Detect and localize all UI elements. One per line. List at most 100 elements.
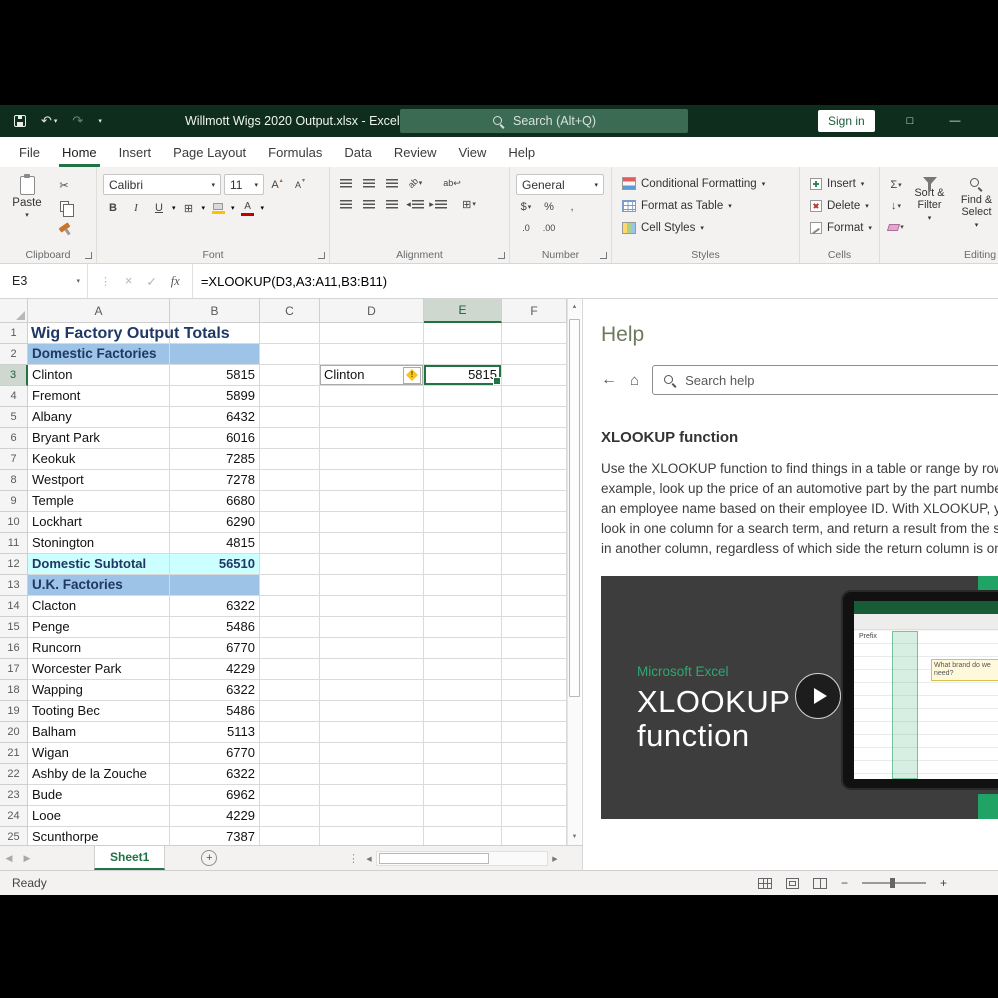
cell-B22[interactable]: 6322 [170, 764, 260, 785]
cell-B16[interactable]: 6770 [170, 638, 260, 659]
cell-E17[interactable] [424, 659, 502, 680]
cell-B13[interactable] [170, 575, 260, 596]
cell-A4[interactable]: Fremont [28, 386, 170, 407]
scroll-right-button[interactable]: ▶ [548, 855, 562, 863]
cell-C8[interactable] [260, 470, 320, 491]
cell-E2[interactable] [424, 344, 502, 365]
cell-E21[interactable] [424, 743, 502, 764]
cell-C14[interactable] [260, 596, 320, 617]
cell-D19[interactable] [320, 701, 424, 722]
cell-D9[interactable] [320, 491, 424, 512]
redo-button[interactable]: ↷ [72, 113, 83, 129]
font-name-combo[interactable]: Calibri ▾ [103, 174, 221, 195]
cell-B10[interactable]: 6290 [170, 512, 260, 533]
back-icon[interactable]: ← [601, 371, 617, 389]
merge-center-button[interactable]: ⊞▾ [459, 195, 479, 213]
cell-A23[interactable]: Bude [28, 785, 170, 806]
cell-B3[interactable]: 5815 [170, 365, 260, 386]
column-header-B[interactable]: B [170, 299, 260, 323]
page-break-view-button[interactable] [813, 878, 827, 889]
cell-A15[interactable]: Penge [28, 617, 170, 638]
ribbon-tab-view[interactable]: View [447, 137, 497, 167]
cell-F21[interactable] [502, 743, 567, 764]
cell-D2[interactable] [320, 344, 424, 365]
cell-E7[interactable] [424, 449, 502, 470]
cell-F9[interactable] [502, 491, 567, 512]
increase-decimal-button[interactable]: .0 [516, 219, 536, 237]
increase-font-size-button[interactable]: A▴ [267, 176, 287, 194]
cell-A16[interactable]: Runcorn [28, 638, 170, 659]
cell-C1[interactable] [260, 323, 320, 344]
cell-B6[interactable]: 6016 [170, 428, 260, 449]
cell-A19[interactable]: Tooting Bec [28, 701, 170, 722]
cell-D5[interactable] [320, 407, 424, 428]
sign-in-button[interactable]: Sign in [818, 110, 875, 132]
row-header-4[interactable]: 4 [0, 386, 28, 407]
fill-color-menu-icon[interactable]: ▾ [231, 204, 235, 212]
cell-C2[interactable] [260, 344, 320, 365]
format-painter-button[interactable] [54, 218, 74, 236]
cell-C9[interactable] [260, 491, 320, 512]
row-header-19[interactable]: 19 [0, 701, 28, 722]
dialog-launcher-icon[interactable] [85, 252, 92, 259]
cell-F6[interactable] [502, 428, 567, 449]
cell-F1[interactable] [502, 323, 567, 344]
cell-A2[interactable]: Domestic Factories [28, 344, 170, 365]
cell-F18[interactable] [502, 680, 567, 701]
cell-F10[interactable] [502, 512, 567, 533]
cell-F16[interactable] [502, 638, 567, 659]
select-all-button[interactable] [0, 299, 28, 323]
align-middle-button[interactable] [359, 174, 379, 192]
align-center-button[interactable] [359, 195, 379, 213]
cell-C6[interactable] [260, 428, 320, 449]
cell-F24[interactable] [502, 806, 567, 827]
cell-D8[interactable] [320, 470, 424, 491]
ribbon-tab-help[interactable]: Help [497, 137, 546, 167]
cell-E5[interactable] [424, 407, 502, 428]
insert-cells-button[interactable]: Insert ▾ [806, 174, 875, 193]
cell-F22[interactable] [502, 764, 567, 785]
cell-C16[interactable] [260, 638, 320, 659]
cell-B20[interactable]: 5113 [170, 722, 260, 743]
cell-A18[interactable]: Wapping [28, 680, 170, 701]
previous-sheet-button[interactable]: ◀ [0, 853, 18, 864]
cell-F2[interactable] [502, 344, 567, 365]
cell-C18[interactable] [260, 680, 320, 701]
clear-button[interactable]: ▾ [886, 218, 906, 236]
cell-B2[interactable] [170, 344, 260, 365]
row-header-7[interactable]: 7 [0, 449, 28, 470]
cell-F19[interactable] [502, 701, 567, 722]
cell-C22[interactable] [260, 764, 320, 785]
formula-input[interactable]: =XLOOKUP(D3,A3:A11,B3:B11) [193, 264, 998, 298]
decrease-indent-button[interactable]: ◂ [405, 195, 425, 213]
borders-button[interactable]: ⊞ [179, 199, 199, 217]
wrap-text-button[interactable]: ab↩ [442, 174, 462, 192]
cell-E1[interactable] [424, 323, 502, 344]
ribbon-tab-review[interactable]: Review [383, 137, 448, 167]
cell-D6[interactable] [320, 428, 424, 449]
cell-C15[interactable] [260, 617, 320, 638]
cell-E13[interactable] [424, 575, 502, 596]
cell-C7[interactable] [260, 449, 320, 470]
cell-E6[interactable] [424, 428, 502, 449]
cell-F17[interactable] [502, 659, 567, 680]
increase-indent-button[interactable]: ▸ [428, 195, 448, 213]
cell-E18[interactable] [424, 680, 502, 701]
cell-C3[interactable] [260, 365, 320, 386]
cell-D1[interactable] [320, 323, 424, 344]
ribbon-tab-home[interactable]: Home [51, 137, 108, 167]
cell-B11[interactable]: 4815 [170, 533, 260, 554]
cell-E14[interactable] [424, 596, 502, 617]
cell-E10[interactable] [424, 512, 502, 533]
cell-E20[interactable] [424, 722, 502, 743]
cell-D12[interactable] [320, 554, 424, 575]
cell-E4[interactable] [424, 386, 502, 407]
align-top-button[interactable] [336, 174, 356, 192]
cell-E11[interactable] [424, 533, 502, 554]
row-header-12[interactable]: 12 [0, 554, 28, 575]
cell-D23[interactable] [320, 785, 424, 806]
cell-F12[interactable] [502, 554, 567, 575]
cell-A20[interactable]: Balham [28, 722, 170, 743]
name-box[interactable]: E3 ▾ [0, 264, 88, 298]
find-select-button[interactable]: Find & Select ▾ [953, 171, 998, 236]
